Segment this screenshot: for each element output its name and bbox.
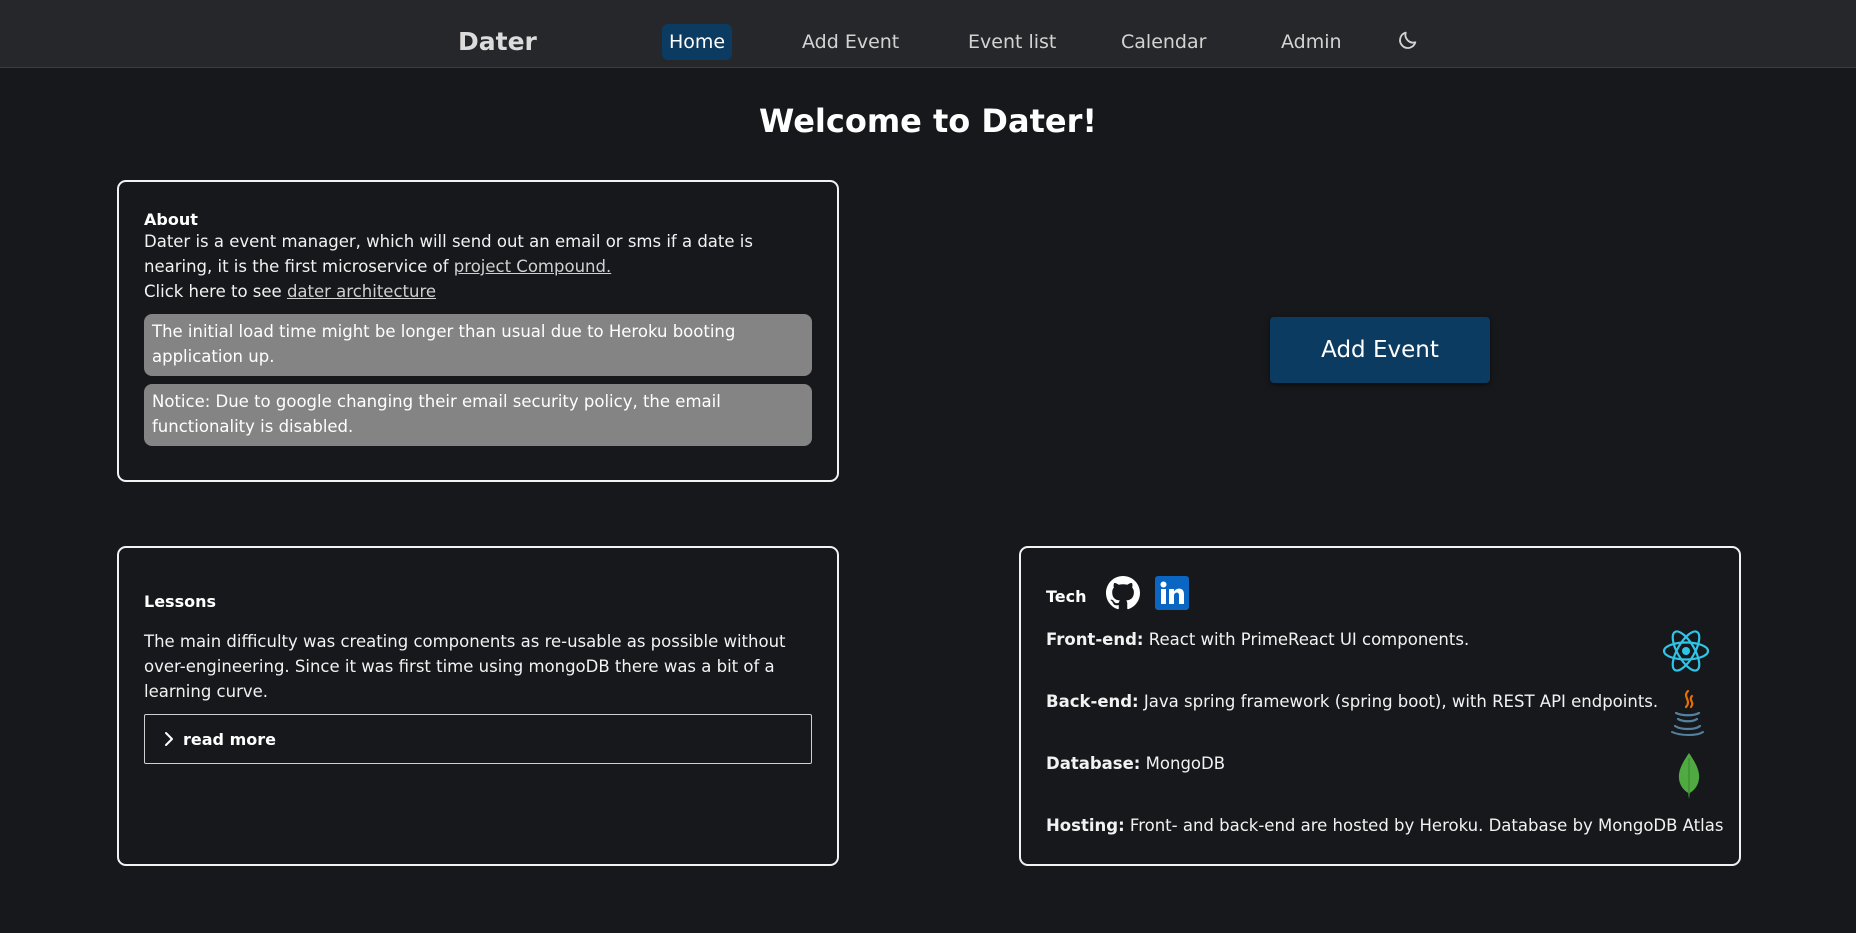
about-text: Dater is a event manager, which will sen…	[144, 229, 814, 304]
github-icon[interactable]	[1105, 576, 1140, 610]
frontend-label: Front-end:	[1046, 630, 1144, 649]
read-more-label: read more	[183, 729, 276, 749]
hosting-value: Front- and back-end are hosted by Heroku…	[1124, 816, 1724, 835]
lessons-heading: Lessons	[144, 592, 216, 611]
tech-row-frontend: Front-end: React with PrimeReact UI comp…	[1046, 630, 1469, 649]
backend-value: Java spring framework (spring boot), wit…	[1138, 692, 1659, 711]
add-event-button[interactable]: Add Event	[1270, 317, 1490, 383]
read-more-toggle[interactable]: read more	[144, 714, 812, 764]
java-icon	[1671, 689, 1704, 736]
nav-admin[interactable]: Admin	[1274, 24, 1349, 60]
about-description: Dater is a event manager, which will sen…	[144, 232, 753, 276]
lessons-text: The main difficulty was creating compone…	[144, 632, 786, 701]
backend-label: Back-end:	[1046, 692, 1139, 711]
database-label: Database:	[1046, 754, 1141, 773]
navbar: Dater Home Add Event Event list Calendar…	[0, 0, 1856, 68]
about-card: About Dater is a event manager, which wi…	[117, 180, 839, 482]
email-notice: Notice: Due to google changing their ema…	[144, 384, 812, 446]
linkedin-icon[interactable]	[1154, 576, 1189, 610]
tech-row-backend: Back-end: Java spring framework (spring …	[1046, 692, 1658, 711]
tech-row-database: Database: MongoDB	[1046, 754, 1225, 773]
moon-icon[interactable]	[1397, 29, 1419, 51]
project-compound-link[interactable]: project Compound.	[454, 257, 611, 276]
brand-logo[interactable]: Dater	[458, 27, 537, 56]
architecture-link[interactable]: dater architecture	[287, 282, 436, 301]
tech-heading: Tech	[1046, 586, 1087, 606]
page-title: Welcome to Dater!	[759, 102, 1097, 140]
lessons-content: Lessons The main difficulty was creating…	[144, 592, 814, 764]
tech-header: Tech	[1046, 576, 1189, 610]
database-value: MongoDB	[1140, 754, 1226, 773]
about-heading: About	[144, 210, 198, 229]
hosting-label: Hosting:	[1046, 816, 1125, 835]
nav-add-event[interactable]: Add Event	[795, 24, 906, 60]
tech-row-hosting: Hosting: Front- and back-end are hosted …	[1046, 816, 1723, 835]
frontend-value: React with PrimeReact UI components.	[1143, 630, 1470, 649]
tech-card: Tech Front-end: React with PrimeReact UI…	[1019, 546, 1741, 866]
mongodb-icon	[1678, 753, 1700, 799]
about-content: About Dater is a event manager, which wi…	[144, 210, 814, 446]
chevron-right-icon	[165, 732, 173, 746]
lessons-card: Lessons The main difficulty was creating…	[117, 546, 839, 866]
react-icon	[1662, 630, 1710, 672]
load-time-notice: The initial load time might be longer th…	[144, 314, 812, 376]
architecture-prefix: Click here to see	[144, 282, 287, 301]
nav-calendar[interactable]: Calendar	[1114, 24, 1213, 60]
nav-home[interactable]: Home	[662, 24, 733, 60]
nav-event-list[interactable]: Event list	[961, 24, 1063, 60]
